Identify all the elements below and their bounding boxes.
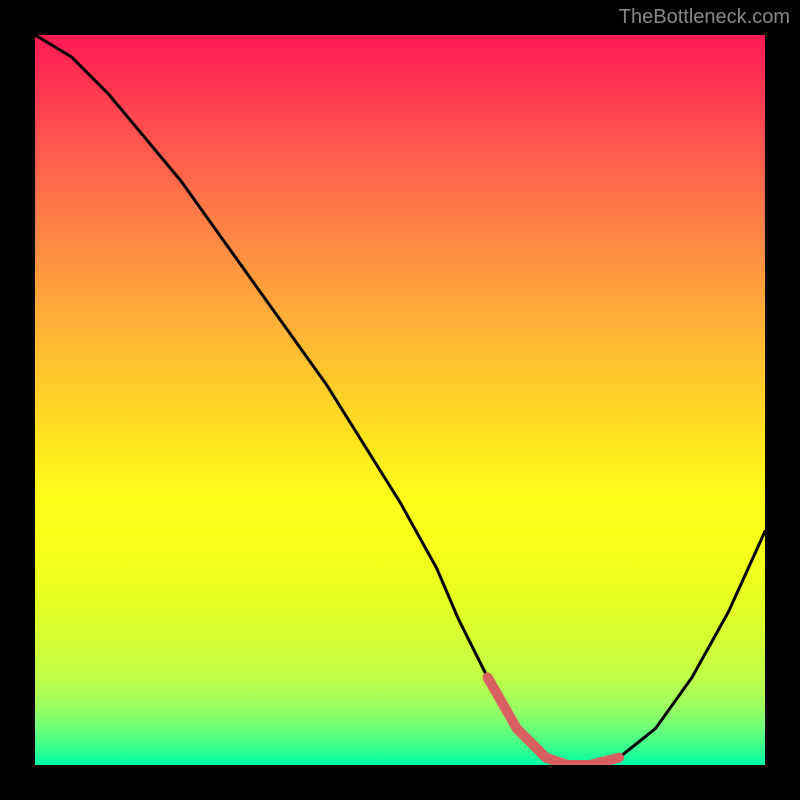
bottleneck-curve	[35, 35, 765, 765]
minimum-band-highlight	[488, 677, 619, 765]
chart-svg	[35, 35, 765, 765]
chart-gradient-area	[35, 35, 765, 765]
watermark-text: TheBottleneck.com	[619, 6, 790, 29]
